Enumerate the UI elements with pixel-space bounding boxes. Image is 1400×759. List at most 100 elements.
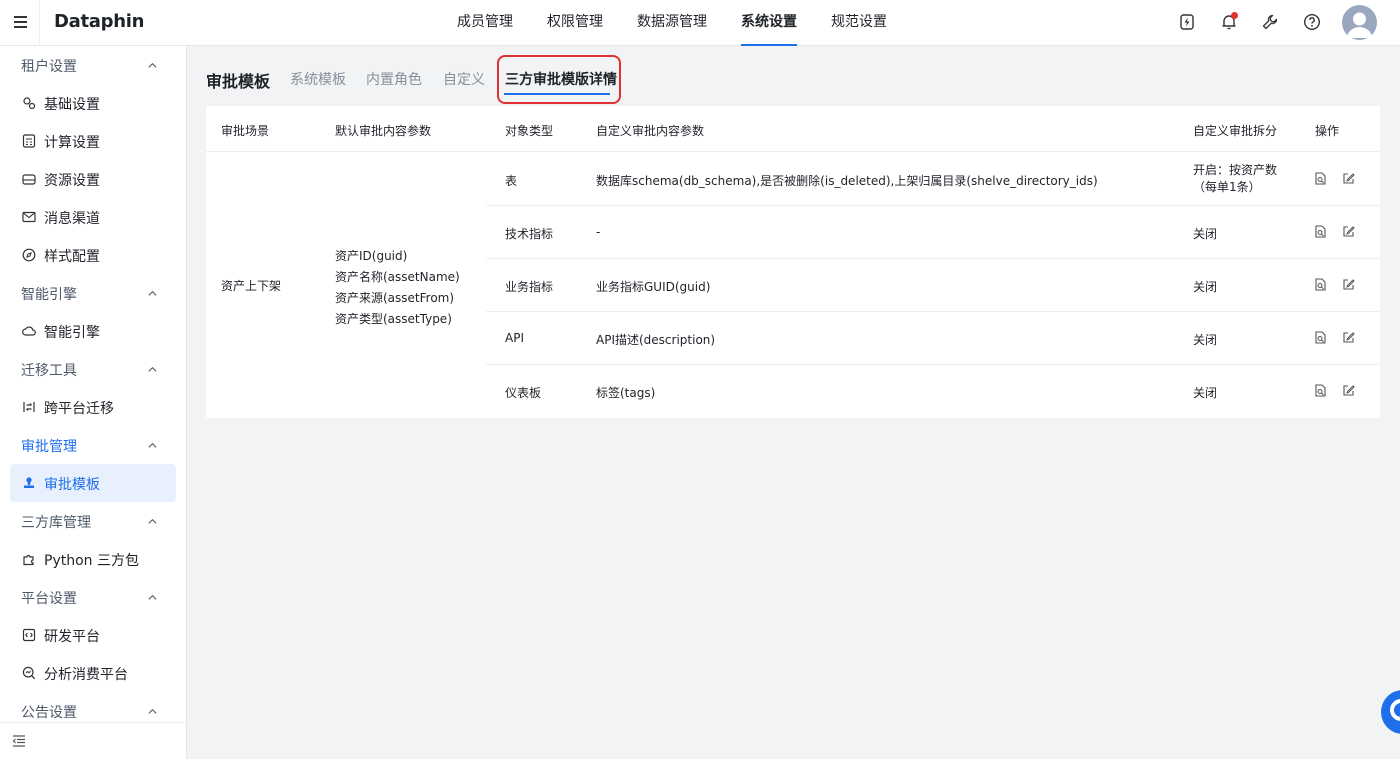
- sidebar-item-analytics-platform[interactable]: 分析消费平台: [10, 654, 176, 692]
- logo: Dataphin: [54, 11, 145, 32]
- nav-item-datasources[interactable]: 数据源管理: [620, 0, 724, 46]
- wrench-icon[interactable]: [1261, 13, 1279, 31]
- sidebar-item-label: 跨平台迁移: [44, 401, 114, 417]
- sidebar-group-smart-engine[interactable]: 智能引擎: [0, 274, 186, 312]
- row-divider: [486, 311, 1380, 312]
- chevron-up-icon: [148, 290, 157, 296]
- sidebar-group-approval[interactable]: 审批管理: [0, 426, 186, 464]
- custom-params-cell: API描述(description): [596, 333, 716, 347]
- sidebar-item-label: 研发平台: [44, 629, 100, 645]
- edit-icon[interactable]: [1342, 225, 1355, 238]
- notification-dot: [1231, 12, 1238, 19]
- chevron-up-icon: [148, 62, 157, 68]
- sidebar-group-tenant[interactable]: 租户设置: [0, 46, 186, 84]
- sidebar-group-title: 公告设置: [21, 705, 77, 721]
- row-divider: [486, 258, 1380, 259]
- menu-icon[interactable]: [0, 0, 40, 45]
- default-param: 资产ID(guid): [335, 249, 408, 263]
- help-assistant-button[interactable]: [1381, 690, 1400, 734]
- top-nav: 成员管理 权限管理 数据源管理 系统设置 规范设置: [440, 0, 904, 46]
- chevron-up-icon: [148, 366, 157, 372]
- sidebar-item-label: 资源设置: [44, 173, 100, 189]
- chevron-up-icon: [148, 594, 157, 600]
- split-cell: 关闭: [1193, 280, 1218, 294]
- default-param: 资产来源(assetFrom): [335, 291, 455, 305]
- nav-item-permissions[interactable]: 权限管理: [530, 0, 620, 46]
- puzzle-icon: [23, 554, 34, 566]
- sidebar-group-platform-settings[interactable]: 平台设置: [0, 578, 186, 616]
- view-icon[interactable]: [1314, 331, 1327, 344]
- split-cell: 关闭: [1193, 386, 1218, 400]
- default-param: 资产名称(assetName): [335, 270, 460, 284]
- chevron-up-icon: [148, 518, 157, 524]
- object-type-cell: 表: [505, 174, 518, 188]
- sidebar-item-message-channels[interactable]: 消息渠道: [10, 198, 176, 236]
- bell-icon[interactable]: [1220, 12, 1238, 31]
- object-type-cell: 业务指标: [505, 280, 554, 294]
- view-icon[interactable]: [1314, 384, 1327, 397]
- sidebar-group-title: 三方库管理: [21, 515, 91, 531]
- tab-custom[interactable]: 自定义: [443, 69, 485, 89]
- sidebar-item-label: 消息渠道: [44, 211, 100, 227]
- view-icon[interactable]: [1314, 172, 1327, 185]
- sidebar-item-cross-platform-migration[interactable]: 跨平台迁移: [10, 388, 176, 426]
- sidebar-item-basic-settings[interactable]: 基础设置: [10, 84, 176, 122]
- column-header-actions: 操作: [1315, 124, 1340, 138]
- scene-cell: 资产上下架: [221, 279, 282, 293]
- sidebar-group-title: 平台设置: [21, 591, 77, 607]
- sidebar-item-label: 智能引擎: [44, 325, 100, 341]
- avatar[interactable]: [1342, 5, 1377, 40]
- column-header-split: 自定义审批拆分: [1193, 124, 1278, 138]
- sidebar-item-label: 基础设置: [44, 97, 100, 113]
- sidebar-group-migration[interactable]: 迁移工具: [0, 350, 186, 388]
- sidebar-group-title: 租户设置: [21, 59, 77, 75]
- sidebar-item-resource-settings[interactable]: 资源设置: [10, 160, 176, 198]
- calculator-icon: [22, 134, 36, 148]
- column-header-scene: 审批场景: [221, 124, 270, 138]
- nav-item-members[interactable]: 成员管理: [440, 0, 530, 46]
- sidebar-item-dev-platform[interactable]: 研发平台: [10, 616, 176, 654]
- drive-icon: [22, 174, 36, 185]
- sidebar-group-title: 智能引擎: [21, 287, 77, 303]
- sidebar-item-label: 样式配置: [44, 249, 100, 265]
- split-cell: 关闭: [1193, 227, 1218, 241]
- column-header-default-params: 默认审批内容参数: [335, 124, 432, 138]
- lightning-icon[interactable]: [1178, 13, 1196, 31]
- nav-item-standards[interactable]: 规范设置: [814, 0, 904, 46]
- collapse-sidebar-icon[interactable]: [12, 734, 26, 748]
- sidebar-item-compute-settings[interactable]: 计算设置: [10, 122, 176, 160]
- edit-icon[interactable]: [1342, 278, 1355, 291]
- view-icon[interactable]: [1314, 225, 1327, 238]
- sidebar-item-python-packages[interactable]: Python 三方包: [10, 540, 176, 578]
- column-header-object-type: 对象类型: [505, 124, 554, 138]
- tab-builtin-roles[interactable]: 内置角色: [366, 69, 422, 89]
- default-param: 资产类型(assetType): [335, 312, 452, 326]
- sidebar-item-label: 审批模板: [44, 477, 100, 493]
- column-header-custom-params: 自定义审批内容参数: [596, 124, 705, 138]
- row-divider: [486, 205, 1380, 206]
- code-window-icon: [22, 628, 36, 642]
- edit-icon[interactable]: [1342, 172, 1355, 185]
- nav-item-system-settings[interactable]: 系统设置: [724, 0, 814, 46]
- sidebar-item-label: 分析消费平台: [44, 667, 128, 683]
- sidebar-item-style-config[interactable]: 样式配置: [10, 236, 176, 274]
- edit-icon[interactable]: [1342, 384, 1355, 397]
- tab-system-templates[interactable]: 系统模板: [290, 69, 346, 89]
- sidebar-group-third-party-libs[interactable]: 三方库管理: [0, 502, 186, 540]
- sidebar-item-approval-templates[interactable]: 审批模板: [10, 464, 176, 502]
- edit-icon[interactable]: [1342, 331, 1355, 344]
- help-icon[interactable]: [1303, 13, 1321, 31]
- cloud-icon: [22, 326, 36, 336]
- object-type-cell: 技术指标: [505, 227, 554, 241]
- sidebar-group-title: 审批管理: [21, 439, 77, 455]
- sidebar-item-smart-engine[interactable]: 智能引擎: [10, 312, 176, 350]
- custom-params-cell: 业务指标GUID(guid): [596, 280, 711, 294]
- compass-icon: [22, 248, 36, 262]
- split-cell: 开启：按资产数（每单1条）: [1193, 163, 1278, 194]
- custom-params-cell: 数据库schema(db_schema),是否被删除(is_deleted),上…: [596, 174, 1098, 188]
- sidebar-item-label: Python 三方包: [44, 553, 139, 569]
- page-title: 审批模板: [206, 72, 271, 91]
- gears-icon: [23, 97, 36, 110]
- chevron-up-icon: [148, 708, 157, 714]
- view-icon[interactable]: [1314, 278, 1327, 291]
